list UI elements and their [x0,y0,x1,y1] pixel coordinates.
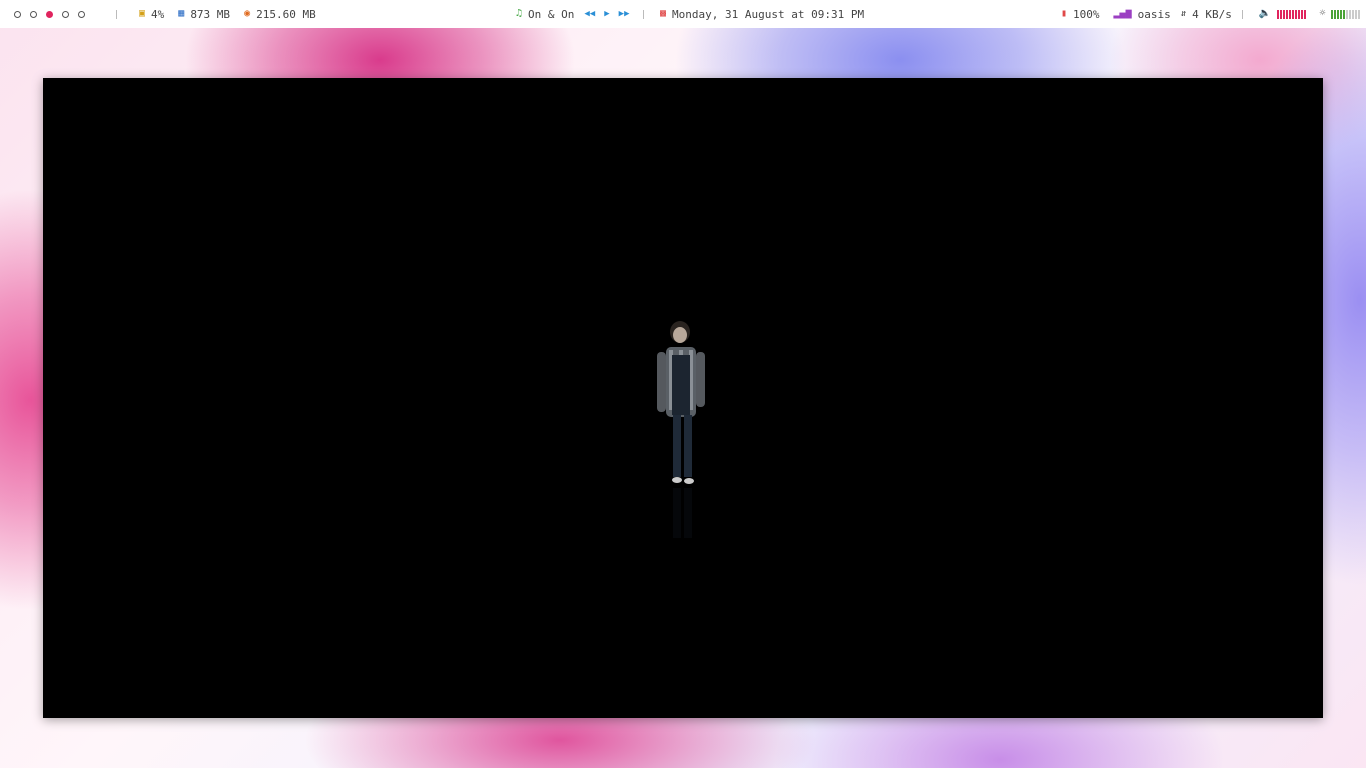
level-bar-segment [1277,9,1280,19]
network-status[interactable]: ▂▄▆ oasis [1114,8,1171,21]
signal-icon: ▂▄▆ [1113,8,1132,19]
cpu-value: 4% [151,7,165,21]
workspace-4[interactable] [62,10,69,18]
rewind-icon[interactable]: ◀◀ [584,9,595,19]
workspace-3[interactable] [46,10,53,18]
battery-value: 100% [1073,7,1100,21]
level-bar-segment [1289,9,1292,19]
video-frame-person [657,321,705,484]
disk-value: 215.60 MB [256,7,316,21]
workspace-2[interactable] [30,10,37,18]
divider [116,9,117,19]
level-bar-segment [1343,9,1346,19]
divider [643,9,644,19]
ram-value: 873 MB [190,7,231,21]
memory-icon: ▦ [178,8,185,19]
play-icon[interactable]: ▶ [604,9,609,19]
video-player-window[interactable] [43,78,1323,718]
level-bar-segment [1304,9,1307,19]
volume-mute-icon: 🔈 [1258,8,1272,19]
brightness-level-bars[interactable] [1331,9,1361,19]
cpu-stat: ▣ 4% [139,8,164,21]
level-bar-segment [1301,9,1304,19]
level-bar-segment [1283,9,1286,19]
workspace-switcher [14,0,94,28]
clock[interactable]: ▩ Monday, 31 August at 09:31 PM [660,0,864,28]
divider [1241,9,1243,19]
floor-reflection [673,488,692,538]
level-bar-segment [1298,9,1301,19]
volume-level-bars[interactable] [1277,9,1307,19]
ram-stat: ▦ 873 MB [178,8,230,21]
level-bar-segment [1292,9,1295,19]
network-name: oasis [1137,7,1171,21]
brightness-control[interactable]: ☼ [1319,9,1361,19]
track-title: On & On [528,7,575,21]
system-tray: ▮ 100% ▂▄▆ oasis ⇵ 4 KB/s 🔈 ☼ [1061,0,1361,28]
network-speed: ⇵ 4 KB/s [1181,8,1232,21]
volume-control[interactable]: 🔈 [1259,9,1307,19]
level-bar-segment [1346,9,1349,19]
fast-forward-icon[interactable]: ▶▶ [619,9,630,19]
battery-icon: ▮ [1061,8,1068,19]
top-status-bar: ▣ 4% ▦ 873 MB ◉ 215.60 MB ♫ On & On ◀◀ ▶… [0,0,1366,28]
disk-icon: ◉ [244,8,251,19]
level-bar-segment [1337,9,1340,19]
workspace-5[interactable] [78,10,85,18]
cpu-icon: ▣ [139,8,146,19]
system-stats: ▣ 4% ▦ 873 MB ◉ 215.60 MB [139,0,330,28]
up-down-arrows-icon: ⇵ [1180,8,1187,19]
calendar-icon: ▩ [660,8,667,19]
disk-stat: ◉ 215.60 MB [244,8,316,21]
level-bar-segment [1280,9,1283,19]
battery-status: ▮ 100% [1061,8,1100,21]
level-bar-segment [1334,9,1337,19]
level-bar-segment [1340,9,1343,19]
level-bar-segment [1286,9,1289,19]
music-note-icon: ♫ [516,8,523,19]
brightness-icon: ☼ [1319,8,1326,19]
media-player: ♫ On & On ◀◀ ▶ ▶▶ [516,0,630,28]
level-bar-segment [1331,9,1334,19]
level-bar-segment [1352,9,1355,19]
date-time: Monday, 31 August at 09:31 PM [672,7,865,21]
level-bar-segment [1295,9,1298,19]
level-bar-segment [1349,9,1352,19]
network-speed-value: 4 KB/s [1192,7,1232,21]
workspace-1[interactable] [14,10,21,18]
level-bar-segment [1355,9,1358,19]
level-bar-segment [1358,9,1361,19]
